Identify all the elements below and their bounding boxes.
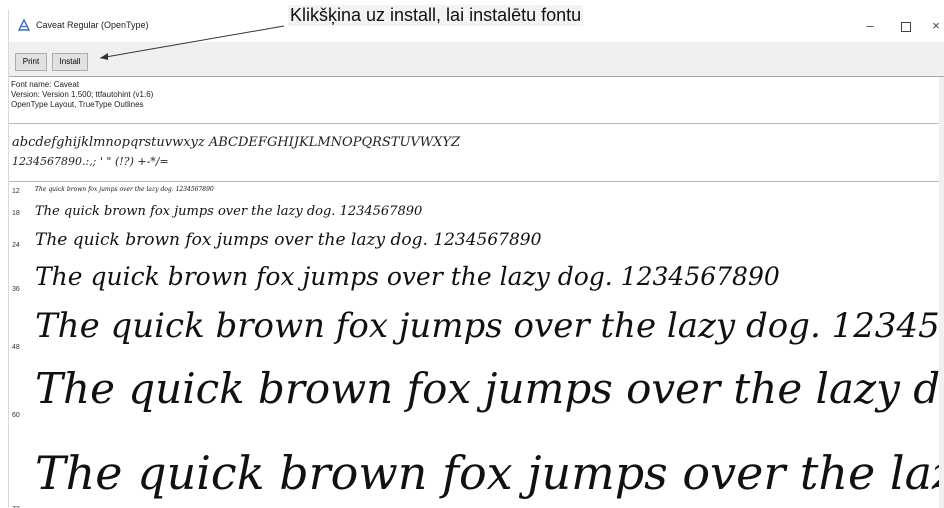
sample-text: The quick brown fox jumps over the lazy … bbox=[35, 364, 944, 413]
sample-text: The quick brown fox jumps over the lazy … bbox=[35, 186, 214, 193]
sample-size-label: 12 bbox=[12, 188, 20, 195]
font-viewer-window: Caveat Regular (OpenType) – × Print Inst… bbox=[8, 10, 944, 508]
sample-text: The quick brown fox jumps over the lazy … bbox=[35, 230, 542, 250]
sample-size-label: 60 bbox=[12, 412, 20, 419]
window-title: Caveat Regular (OpenType) bbox=[36, 20, 149, 30]
sample-text-area: 12 The quick brown fox jumps over the la… bbox=[9, 182, 944, 508]
charset-letters: abcdefghijklmnopqrstuvwxyz ABCDEFGHIJKLM… bbox=[12, 135, 461, 150]
close-icon: × bbox=[932, 18, 940, 33]
character-set-preview: abcdefghijklmnopqrstuvwxyz ABCDEFGHIJKLM… bbox=[9, 124, 944, 182]
vertical-scrollbar[interactable] bbox=[939, 77, 944, 508]
maximize-icon bbox=[901, 21, 911, 32]
sample-size-label: 48 bbox=[12, 344, 20, 351]
maximize-button[interactable] bbox=[891, 16, 921, 36]
font-name-text: Font name: Caveat bbox=[11, 80, 80, 89]
sample-size-label: 24 bbox=[12, 242, 20, 249]
sample-size-label: 18 bbox=[12, 210, 20, 217]
font-outlines-text: OpenType Layout, TrueType Outlines bbox=[11, 100, 144, 109]
font-version-text: Version: Version 1.500; ttfautohint (v1.… bbox=[11, 90, 154, 99]
sample-size-label: 36 bbox=[12, 286, 20, 293]
toolbar: Print Install bbox=[9, 42, 944, 77]
install-button[interactable]: Install bbox=[52, 53, 88, 71]
minimize-icon: – bbox=[866, 18, 874, 33]
annotation-callout: Klikšķina uz install, lai instalētu font… bbox=[288, 5, 584, 26]
charset-digits-symbols: 1234567890.:,; ' " (!?) +-*/= bbox=[12, 155, 169, 168]
close-button[interactable]: × bbox=[921, 16, 944, 36]
sample-text: The quick brown fox jumps over the lazy … bbox=[35, 204, 423, 219]
print-button[interactable]: Print bbox=[15, 53, 47, 71]
font-app-icon bbox=[18, 19, 30, 31]
sample-text: The quick brown fox jumps over the lazy … bbox=[35, 262, 780, 291]
sample-text: The quick brown fox jumps over the lazy … bbox=[35, 446, 944, 500]
font-info: Font name: Caveat Version: Version 1.500… bbox=[9, 77, 944, 124]
minimize-button[interactable]: – bbox=[855, 16, 885, 36]
sample-text: The quick brown fox jumps over the lazy … bbox=[35, 306, 944, 346]
